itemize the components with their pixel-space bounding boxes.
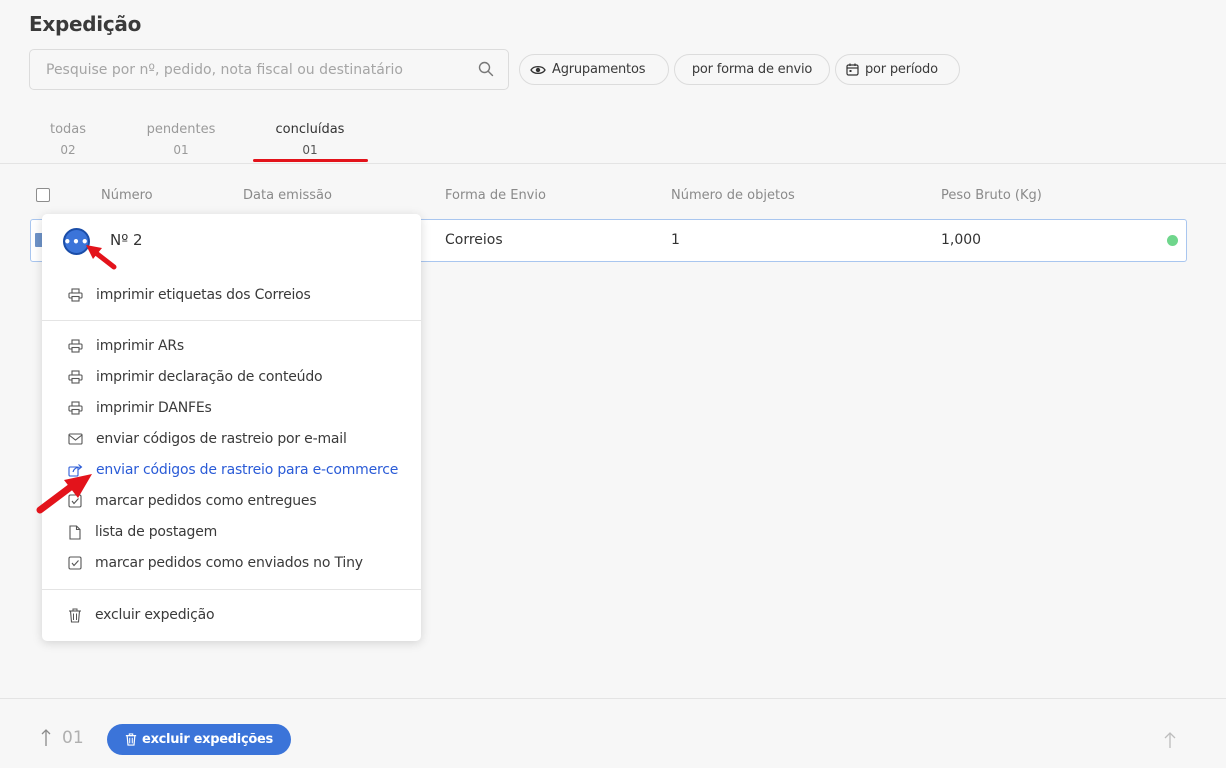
footer-selection: 01 [40, 728, 84, 748]
printer-icon [68, 288, 83, 302]
delete-expeditions-label: excluir expedições [142, 732, 273, 747]
menu-title: Nº 2 [110, 231, 143, 249]
delete-expeditions-button[interactable]: excluir expedições [107, 724, 291, 755]
trash-icon [69, 608, 81, 623]
menu-item-label: imprimir DANFEs [96, 400, 212, 416]
menu-item-print-ars[interactable]: imprimir ARs [68, 335, 184, 357]
tab-count: 01 [173, 143, 189, 157]
tab-count: 02 [60, 143, 76, 157]
menu-item-delete[interactable]: excluir expedição [68, 604, 215, 626]
status-dot [1167, 235, 1178, 246]
shipping-filter-button[interactable]: por forma de envio [674, 54, 830, 85]
tab-count: 01 [302, 143, 318, 157]
column-header-peso-bruto[interactable]: Peso Bruto (Kg) [941, 188, 1042, 203]
search-box[interactable] [29, 49, 509, 90]
menu-item-label: imprimir declaração de conteúdo [96, 369, 323, 385]
actions-menu: ••• Nº 2 imprimir etiquetas dos Correios… [42, 214, 421, 641]
period-filter-button[interactable]: por período [835, 54, 960, 85]
selected-count: 01 [62, 728, 84, 748]
cell-peso-bruto: 1,000 [941, 232, 982, 248]
tab-todas[interactable]: todas 02 [39, 119, 97, 161]
trash-icon [125, 733, 137, 746]
column-header-data-emissao[interactable]: Data emissão [243, 188, 332, 203]
grouping-button[interactable]: Agrupamentos [519, 54, 669, 85]
more-actions-button[interactable]: ••• [63, 228, 90, 255]
select-all-checkbox[interactable] [36, 188, 50, 202]
menu-divider [42, 320, 421, 321]
eye-icon [530, 65, 546, 74]
printer-icon [68, 370, 83, 384]
file-icon [69, 524, 81, 540]
menu-item-print-danfes[interactable]: imprimir DANFEs [68, 397, 212, 419]
tab-concluidas[interactable]: concluídas 01 [261, 119, 359, 161]
tab-label: pendentes [146, 122, 216, 137]
menu-item-label: enviar códigos de rastreio por e-mail [96, 431, 347, 447]
tab-active-underline [253, 159, 368, 162]
tab-pendentes[interactable]: pendentes 01 [135, 119, 227, 161]
grouping-label: Agrupamentos [552, 62, 646, 77]
menu-item-label: excluir expedição [95, 607, 215, 623]
menu-item-label: imprimir ARs [96, 338, 184, 354]
menu-item-email-tracking[interactable]: enviar códigos de rastreio por e-mail [68, 428, 347, 450]
menu-item-mark-sent-tiny[interactable]: marcar pedidos como enviados no Tiny [68, 552, 363, 574]
footer-divider [0, 698, 1226, 699]
menu-item-ecommerce-tracking[interactable]: enviar códigos de rastreio para e-commer… [68, 459, 398, 481]
shipping-filter-label: por forma de envio [691, 62, 813, 77]
page-title: Expedição [29, 12, 142, 36]
printer-icon [68, 339, 83, 353]
column-header-forma-envio[interactable]: Forma de Envio [445, 188, 546, 203]
tab-label: concluídas [275, 122, 345, 137]
cell-numero-objetos: 1 [671, 232, 680, 248]
period-filter-label: por período [865, 62, 938, 77]
calendar-icon [846, 63, 859, 76]
menu-item-print-declaration[interactable]: imprimir declaração de conteúdo [68, 366, 323, 388]
share-icon [68, 464, 83, 477]
menu-item-label: marcar pedidos como entregues [95, 493, 317, 509]
sort-arrow-icon [41, 729, 51, 746]
mail-icon [68, 433, 83, 445]
search-icon[interactable] [478, 61, 494, 77]
menu-item-label: marcar pedidos como enviados no Tiny [95, 555, 363, 571]
menu-item-print-labels[interactable]: imprimir etiquetas dos Correios [68, 284, 311, 306]
column-header-numero-objetos[interactable]: Número de objetos [671, 188, 795, 203]
tabs-divider [0, 163, 1226, 164]
menu-item-posting-list[interactable]: lista de postagem [68, 521, 217, 543]
checkbox-icon [68, 556, 82, 570]
checkbox-icon [68, 494, 82, 508]
scroll-top-icon[interactable] [1162, 730, 1178, 750]
column-header-numero[interactable]: Número [101, 188, 153, 203]
menu-item-label: lista de postagem [95, 524, 218, 540]
printer-icon [68, 401, 83, 415]
cell-forma-envio: Correios [445, 232, 503, 248]
tab-label: todas [49, 122, 87, 137]
menu-item-label: imprimir etiquetas dos Correios [96, 287, 311, 303]
menu-item-label: enviar códigos de rastreio para e-commer… [96, 462, 399, 478]
menu-item-mark-delivered[interactable]: marcar pedidos como entregues [68, 490, 317, 512]
search-input[interactable] [46, 50, 466, 89]
menu-divider [42, 589, 421, 590]
